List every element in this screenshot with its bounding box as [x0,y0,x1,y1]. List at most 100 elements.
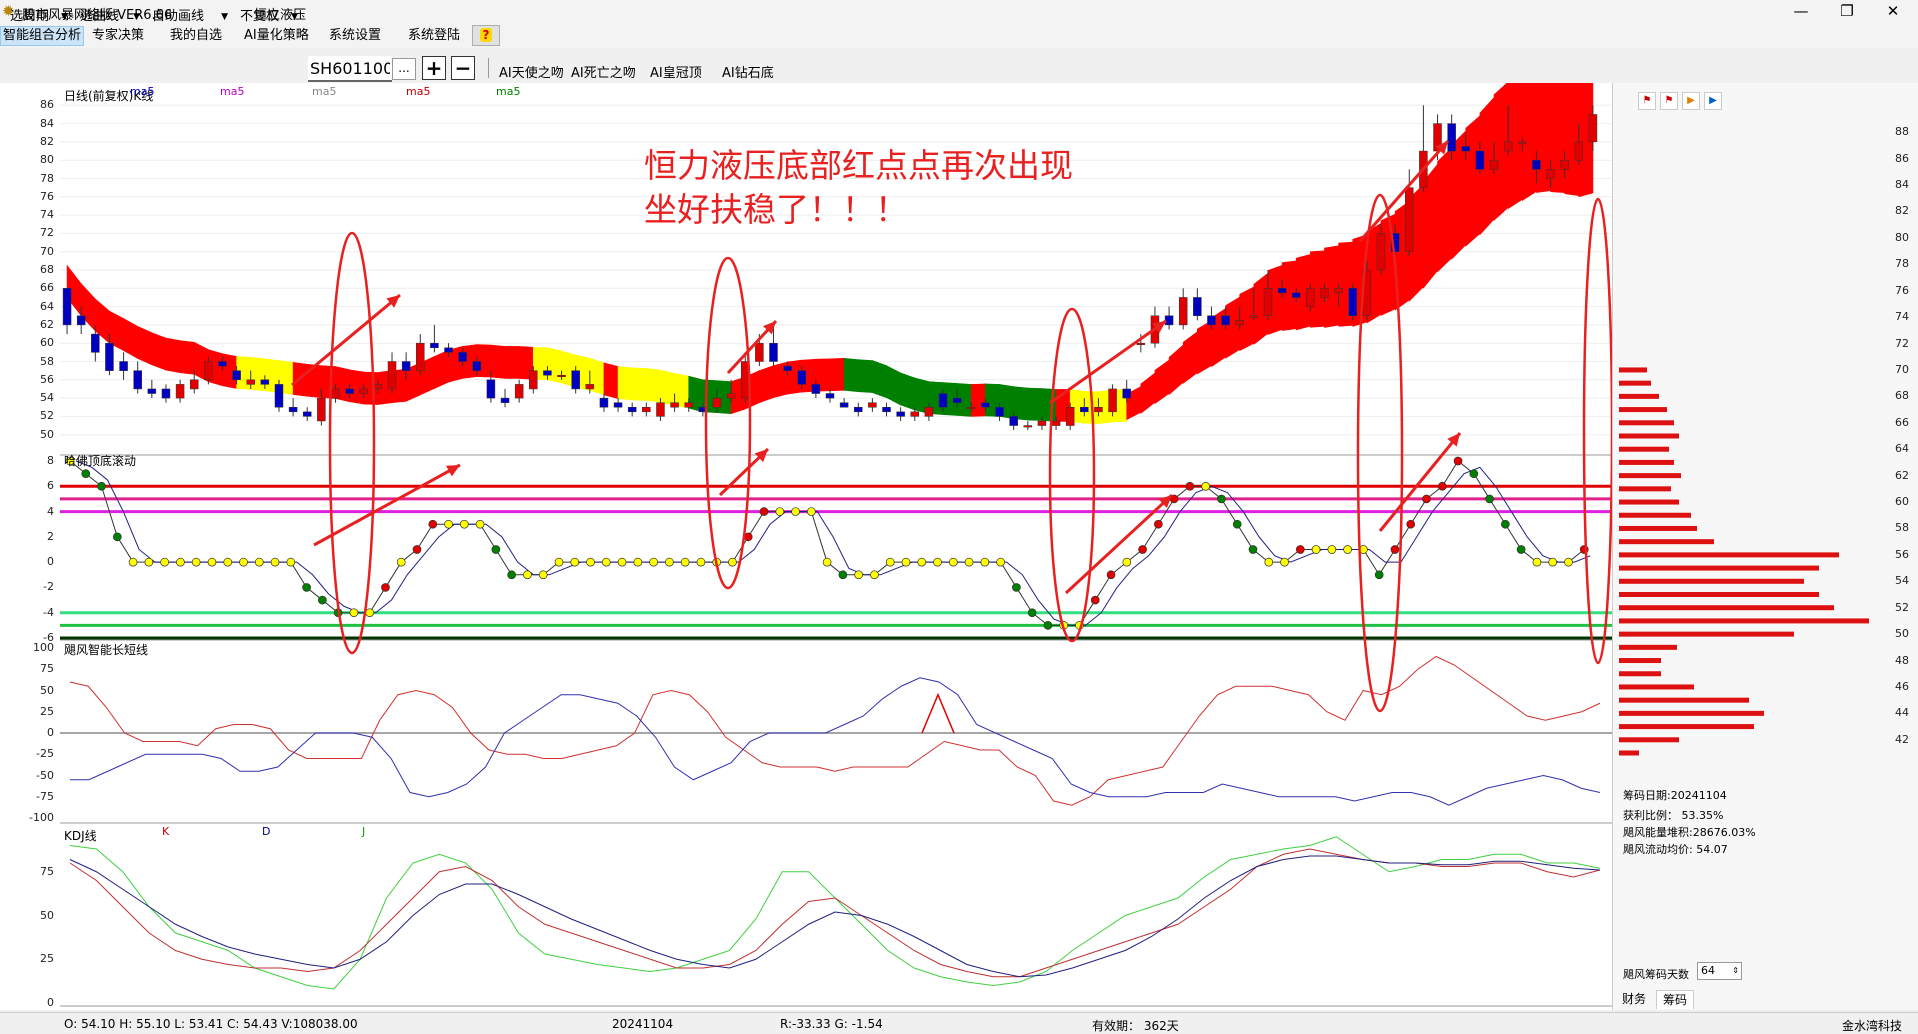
osc-dot [1485,494,1494,504]
right-panel: 88 86 84 82 80 78 76 74 72 70 68 66 64 62 60 58 56 54 52 50… [1612,83,1918,1010]
menu-system-settings[interactable]: 系统设置 [327,27,383,45]
osc-dot [791,507,800,516]
y-tick-label: 78 [40,171,54,185]
chart-area[interactable]: 日线(前复权)K线 ma5 ma5 ma5 ma5 ma5 哈佛顶底滚动 飓风智… [60,83,1612,1010]
ma-ribbon-segment [476,344,492,378]
ai-diamond-bottom-button[interactable]: AI钻石底 [722,62,774,81]
osc-dot [570,557,580,567]
candle-body [246,379,255,385]
chip-bar [1619,684,1694,690]
candle-body [1037,420,1047,426]
menu-expert-decision[interactable]: 专家决策 [90,27,146,45]
osc-dot [1548,557,1558,567]
period-dropdown[interactable]: 选周期 ▼ [10,8,68,26]
candle-body [571,370,580,390]
menu-my-watchlist[interactable]: 我的自选 [168,27,224,45]
minimize-button[interactable]: — [1778,0,1824,24]
chip-bar [1619,525,1697,531]
ma-ribbon-segment [151,332,167,371]
ai-crown-top-button[interactable]: AI皇冠顶 [650,62,702,81]
ma-ribbon-segment [1182,331,1198,384]
candle-body [161,388,171,399]
osc-dot [160,557,169,567]
candle-body [486,379,496,399]
price-tick-label: 62 [1895,468,1909,482]
y-tick-label: 58 [40,354,54,368]
adjust-dropdown[interactable]: 不复权 ▼ [240,8,298,26]
candle-body [1108,388,1117,413]
tab-finance[interactable]: 财务 [1616,990,1652,1008]
price-tick-label: 50 [1895,627,1909,641]
candle-body [670,402,679,408]
tab-chips[interactable]: 筹码 [1656,990,1695,1009]
menu-ai-quant[interactable]: AI量化策略 [242,27,311,45]
autodraw-label: 自助画线 [152,9,205,24]
osc-dot [381,583,390,592]
y-tick-label: 25 [40,704,54,718]
curve-dropdown[interactable]: 选曲线 ▼ [80,8,140,26]
play-icon[interactable]: ▶ [1682,92,1700,110]
candle-body [175,384,185,399]
candle-body [1235,320,1244,326]
flag-icon[interactable]: ⚑ [1638,92,1656,110]
osc-dot [112,532,122,542]
stock-code-input[interactable] [308,56,392,82]
osc-dot [1090,595,1100,605]
osc-dot [1406,519,1416,529]
flag-icon[interactable]: ⚑ [1660,92,1678,110]
candle-body [1291,292,1301,298]
osc-dot [365,608,375,618]
candle-body [642,407,651,413]
candle-body [1023,425,1033,428]
maximize-button[interactable]: ❐ [1824,0,1870,24]
osc-dot [838,570,848,580]
zoom-out-button[interactable]: − [451,56,475,80]
osc-dot [396,557,406,567]
annotation-arrow [1378,432,1462,532]
stepper-arrows-icon[interactable]: ⇕ [1732,963,1739,979]
ai-angel-kiss-button[interactable]: AI天使之吻 [499,62,564,81]
kdj-layer [69,836,1601,990]
chip-bar [1619,710,1764,716]
flow-avg-price: 飓风流动均价: 54.07 [1623,843,1728,856]
candle-body [416,342,425,371]
osc-dot [885,557,895,567]
price-tick-label: 58 [1895,521,1909,535]
ma-ribbon-segment [1154,359,1170,405]
help-icon: ? [479,28,493,42]
osc-dot [1185,481,1195,491]
kdj-d-line [69,855,1601,978]
candle-body [967,407,976,409]
candle-body [331,388,340,399]
chip-bar [1619,578,1804,584]
osc-dot [144,557,154,567]
autodraw-dropdown[interactable]: 自助画线 ▼ [152,8,228,26]
ma-ribbon-segment [857,359,873,393]
candle-body [288,407,298,413]
chevron-down-icon: ▼ [133,12,140,22]
ma-ribbon-segment [434,349,449,389]
y-tick-label: -75 [36,789,54,803]
candle-body [1574,141,1584,161]
zoom-in-button[interactable]: + [422,56,446,80]
ma-ribbon-segment [1013,386,1029,421]
candle-body [1178,297,1188,326]
candle-body [854,407,863,413]
y-tick-label: 75 [40,864,54,878]
ma-ribbon-segment [589,357,605,396]
ai-death-kiss-button[interactable]: AI死亡之吻 [571,62,636,81]
osc-dot [1217,494,1226,504]
play-icon[interactable]: ▶ [1704,92,1722,110]
close-button[interactable]: ✕ [1870,0,1916,24]
osc-dot [428,519,438,529]
chip-bar [1619,750,1639,756]
help-button[interactable]: ? [472,25,500,46]
menu-system-login[interactable]: 系统登陆 [406,27,462,45]
status-rg: R:-33.33 G: -1.54 [780,1017,883,1031]
chip-days-stepper[interactable]: 64 ⇕ [1697,962,1742,980]
menu-smart-combo[interactable]: 智能组合分析 [0,26,85,46]
osc-dot [933,557,942,567]
osc-dot [775,507,785,516]
more-button[interactable]: ... [392,58,416,80]
osc-dot [523,570,532,580]
